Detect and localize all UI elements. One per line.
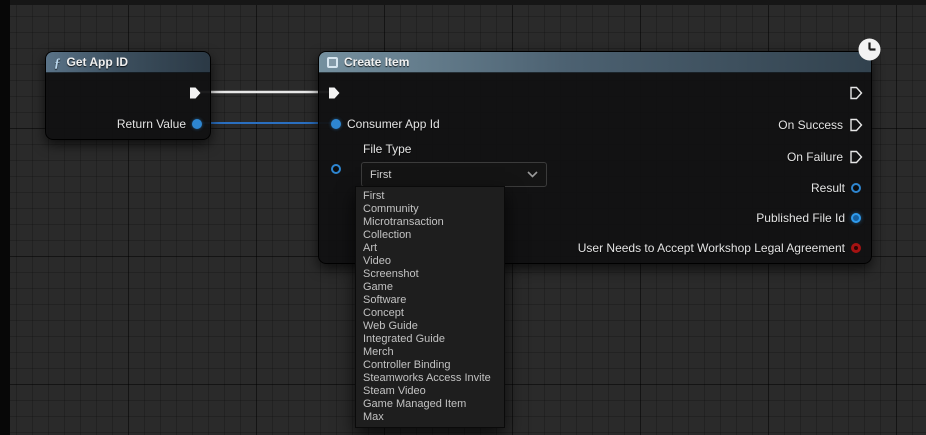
file-type-pin[interactable] (331, 164, 341, 174)
on-success-pin[interactable] (849, 118, 863, 132)
dropdown-option[interactable]: Web Guide (356, 320, 504, 333)
latent-clock-icon (858, 38, 881, 61)
file-type-pin-row (331, 161, 341, 177)
on-success-row: On Success (778, 117, 863, 133)
dropdown-option[interactable]: Steamworks Access Invite (356, 372, 504, 385)
panel-left-border (0, 0, 10, 435)
consumer-app-id-row: Consumer App Id (331, 116, 440, 132)
legal-agreement-label: User Needs to Accept Workshop Legal Agre… (577, 241, 845, 255)
legal-agreement-pin[interactable] (851, 243, 861, 253)
node-box-icon (327, 56, 338, 68)
dropdown-option[interactable]: Concept (356, 307, 504, 320)
dropdown-option[interactable]: Art (356, 242, 504, 255)
published-file-id-pin[interactable] (851, 213, 861, 223)
dropdown-option[interactable]: Max (356, 411, 504, 424)
return-value-pin[interactable] (192, 119, 202, 129)
file-type-combobox[interactable]: First (361, 162, 547, 187)
consumer-app-id-pin[interactable] (331, 119, 341, 129)
dropdown-option[interactable]: First (356, 190, 504, 203)
exec-input-pin[interactable] (327, 86, 341, 100)
function-f-icon: ƒ (54, 54, 61, 70)
dropdown-option[interactable]: Video (356, 255, 504, 268)
published-file-id-row: Published File Id (756, 210, 861, 226)
dropdown-option[interactable]: Community (356, 203, 504, 216)
node-get-app-id-header[interactable]: ƒ Get App ID (46, 52, 210, 73)
dropdown-option[interactable]: Screenshot (356, 268, 504, 281)
node-get-app-id[interactable]: ƒ Get App ID Return Value (45, 51, 211, 140)
on-failure-pin[interactable] (849, 150, 863, 164)
result-row: Result (811, 180, 861, 196)
file-type-label: File Type (363, 142, 412, 156)
consumer-app-id-label: Consumer App Id (347, 117, 440, 131)
node-title: Create Item (344, 55, 410, 69)
result-pin[interactable] (851, 183, 861, 193)
on-success-label: On Success (778, 118, 843, 132)
dropdown-option[interactable]: Steam Video (356, 385, 504, 398)
dropdown-option[interactable]: Software (356, 294, 504, 307)
exec-output-row (849, 85, 863, 101)
file-type-label-row: File Type (363, 141, 411, 157)
node-title: Get App ID (66, 55, 129, 69)
file-type-dropdown-menu: First Community Microtransaction Collection… (355, 186, 505, 428)
node-create-item-header[interactable]: Create Item (319, 52, 871, 73)
result-label: Result (810, 181, 845, 195)
dropdown-option[interactable]: Integrated Guide (356, 333, 504, 346)
on-failure-row: On Failure (787, 149, 863, 165)
on-failure-label: On Failure (786, 150, 843, 164)
dropdown-option[interactable]: Collection (356, 229, 504, 242)
dropdown-option[interactable]: Microtransaction (356, 216, 504, 229)
legal-agreement-row: User Needs to Accept Workshop Legal Agre… (578, 240, 861, 256)
return-value-label: Return Value (116, 117, 186, 131)
dropdown-option[interactable]: Merch (356, 346, 504, 359)
exec-output-pin[interactable] (188, 86, 202, 100)
return-value-row: Return Value (117, 116, 202, 132)
panel-top-border (0, 0, 926, 5)
blueprint-graph-canvas[interactable]: ƒ Get App ID Return Value Create Item Co… (0, 0, 926, 435)
file-type-selected-value: First (370, 168, 392, 181)
published-file-id-label: Published File Id (756, 211, 845, 225)
exec-output-pin[interactable] (849, 86, 863, 100)
chevron-down-icon (527, 171, 538, 178)
dropdown-option[interactable]: Game (356, 281, 504, 294)
dropdown-option[interactable]: Controller Binding (356, 359, 504, 372)
dropdown-option[interactable]: Game Managed Item (356, 398, 504, 411)
exec-output-row (188, 85, 202, 101)
exec-input-row (327, 85, 341, 101)
